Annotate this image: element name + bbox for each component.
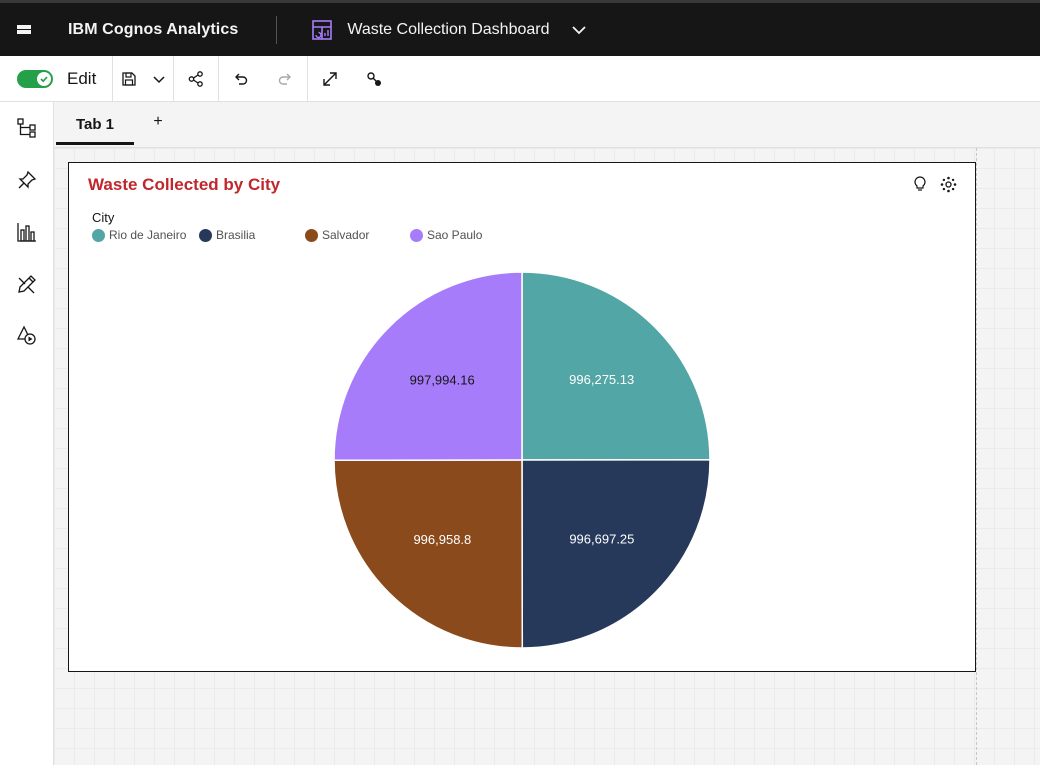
header-divider: [276, 15, 278, 44]
pie-slice-salvador[interactable]: [333, 459, 524, 649]
canvas-guide: [976, 148, 977, 765]
save-options-button[interactable]: [145, 56, 173, 102]
sidebar-item-visualizations[interactable]: [0, 206, 54, 258]
pin-icon: [18, 170, 37, 189]
sidebar-item-tools[interactable]: [0, 258, 54, 310]
chevron-down-icon: [153, 75, 165, 83]
add-tab-button[interactable]: +: [148, 112, 168, 132]
filter-button[interactable]: [352, 56, 396, 102]
edit-tools-icon: [18, 275, 36, 294]
pie-chart: 996,275.13 996,697.25 996,958.8 997,994.16: [333, 271, 711, 649]
pie-data-label: 996,275.13: [569, 372, 634, 387]
sidebar-item-pins[interactable]: [0, 154, 54, 206]
sidebar-item-data-tree[interactable]: [0, 102, 54, 154]
share-button[interactable]: [174, 56, 218, 102]
edit-toggle[interactable]: [17, 69, 53, 88]
redo-button[interactable]: [263, 56, 307, 102]
pie-data-label: 996,958.8: [413, 532, 471, 547]
pie-data-label: 996,697.25: [569, 532, 634, 547]
toolbar: Edit: [0, 55, 1040, 102]
save-icon: [122, 71, 136, 86]
active-tab-indicator: [56, 142, 134, 145]
save-button[interactable]: [113, 56, 145, 102]
visualizations-icon: [17, 223, 36, 242]
expand-icon: [323, 71, 337, 86]
dashboard-icon: [312, 19, 333, 40]
pie-slice-rio-de-janeiro[interactable]: [521, 271, 711, 461]
left-sidebar: [0, 102, 54, 765]
edit-label: Edit: [67, 68, 97, 88]
tab-1[interactable]: Tab 1: [56, 102, 134, 146]
undo-icon: [235, 73, 248, 85]
app-header: IBM Cognos Analytics Waste Collection Da…: [0, 0, 1040, 56]
app-brand: IBM Cognos Analytics: [68, 20, 239, 38]
redo-icon: [279, 73, 292, 85]
filter-icon: [367, 71, 382, 86]
shapes-media-icon: [16, 325, 36, 345]
pie-slice-brasilia[interactable]: [521, 459, 711, 649]
checkmark-icon: [37, 71, 51, 86]
pie-slice-sao-paulo[interactable]: [333, 271, 523, 462]
sidebar-item-shapes-media[interactable]: [0, 310, 54, 362]
dashboard-title[interactable]: Waste Collection Dashboard: [347, 21, 549, 39]
chart-widget[interactable]: Waste Collected by City City Rio de Jane…: [68, 162, 976, 672]
chevron-down-icon[interactable]: [571, 22, 587, 38]
share-icon: [188, 70, 204, 87]
data-tree-icon: [17, 118, 36, 138]
hamburger-menu-icon[interactable]: [0, 3, 48, 56]
undo-button[interactable]: [219, 56, 263, 102]
expand-button[interactable]: [308, 56, 352, 102]
pie-data-label: 997,994.16: [410, 372, 475, 387]
tab-bar: Tab 1 +: [54, 102, 1040, 148]
